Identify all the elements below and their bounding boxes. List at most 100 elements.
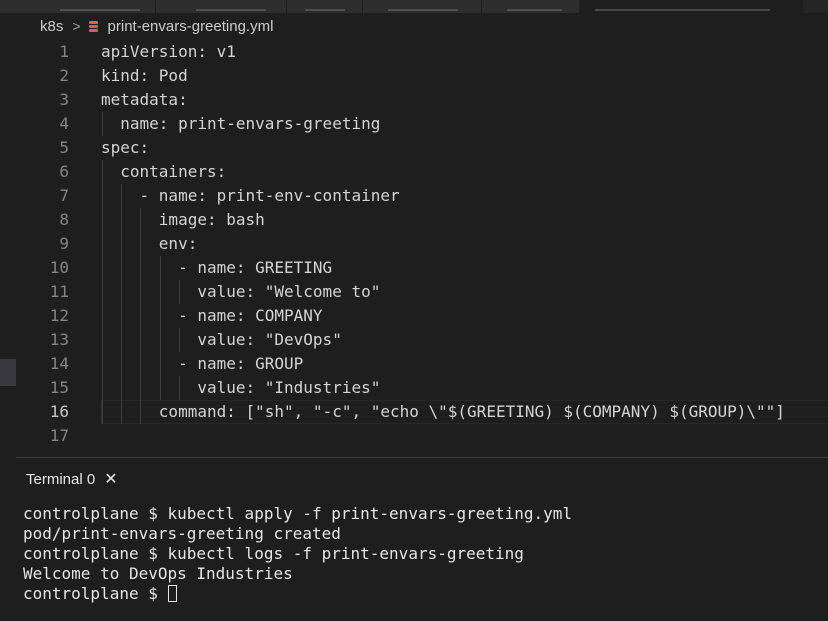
line-code: env: [101, 234, 198, 253]
code-line[interactable]: 13 value: "DevOps" [16, 328, 828, 352]
terminal-tab[interactable]: Terminal 0 ✕ [26, 467, 118, 491]
line-code: apiVersion: v1 [101, 42, 236, 61]
panel-divider [16, 457, 828, 458]
line-number: 16 [49, 402, 69, 421]
code-line[interactable]: 6 containers: [16, 160, 828, 184]
indent-guide [140, 400, 142, 424]
terminal-prompt-line[interactable]: controlplane $ [23, 584, 572, 604]
indent-guide [140, 376, 142, 400]
line-number: 17 [49, 426, 69, 445]
code-editor[interactable]: 1 apiVersion: v1 2 kind: Pod 3 metadata: 4 nam… [16, 40, 828, 452]
terminal-line: controlplane $ kubectl apply -f print-en… [23, 504, 573, 523]
editor-tab-strip [0, 0, 828, 13]
indent-guide [102, 352, 103, 376]
vscode-window: k8s > print-envars-greeting.yml 1 apiVers… [0, 0, 828, 621]
line-number: 4 [59, 114, 69, 133]
line-code: command: ["sh", "-c", "echo \"$(GREETING… [101, 402, 785, 421]
indent-guide [102, 112, 103, 136]
code-line[interactable]: 16 command: ["sh", "-c", "echo \"$(GREET… [16, 400, 828, 424]
indent-guide [140, 304, 142, 328]
code-line[interactable]: 11 value: "Welcome to" [16, 280, 828, 304]
indent-guide [159, 256, 161, 280]
indent-guide [121, 232, 123, 256]
line-number: 1 [59, 42, 69, 61]
line-code: kind: Pod [101, 66, 188, 85]
indent-guide [140, 256, 142, 280]
indent-guide [121, 184, 123, 208]
line-number: 11 [49, 282, 69, 301]
editor-tab[interactable] [287, 0, 363, 13]
line-number: 8 [59, 210, 69, 229]
code-line[interactable]: 1 apiVersion: v1 [16, 40, 828, 64]
indent-guide [102, 280, 103, 304]
line-code: image: bash [101, 210, 265, 229]
editor-tab[interactable] [482, 0, 580, 13]
indent-guide [102, 400, 103, 424]
code-line[interactable]: 14 - name: GROUP [16, 352, 828, 376]
breadcrumb-file[interactable]: print-envars-greeting.yml [108, 18, 274, 35]
activity-indicator [0, 359, 16, 386]
breadcrumb-folder[interactable]: k8s [40, 18, 63, 35]
terminal-line: pod/print-envars-greeting created [23, 524, 341, 543]
indent-guide [159, 376, 161, 400]
line-code: containers: [101, 162, 227, 181]
line-number: 13 [49, 330, 69, 349]
indent-guide [178, 328, 180, 352]
line-code: value: "Industries" [101, 378, 381, 397]
code-line[interactable]: 9 env: [16, 232, 828, 256]
terminal-output[interactable]: controlplane $ kubectl apply -f print-en… [23, 504, 572, 604]
code-line[interactable]: 17 [16, 424, 828, 448]
indent-guide [140, 208, 142, 232]
line-number: 9 [59, 234, 69, 253]
editor-tab[interactable] [363, 0, 482, 13]
editor-tab[interactable] [0, 0, 156, 13]
editor-tab[interactable] [156, 0, 287, 13]
close-icon[interactable]: ✕ [104, 469, 117, 489]
activity-gutter [0, 13, 16, 621]
indent-guide [121, 352, 123, 376]
code-line[interactable]: 8 image: bash [16, 208, 828, 232]
code-line[interactable]: 4 name: print-envars-greeting [16, 112, 828, 136]
line-code: metadata: [101, 90, 188, 109]
terminal-line: Welcome to DevOps Industries [23, 564, 293, 583]
line-code: value: "DevOps" [101, 330, 342, 349]
line-number: 6 [59, 162, 69, 181]
line-number: 5 [59, 138, 69, 157]
code-line[interactable]: 3 metadata: [16, 88, 828, 112]
code-line[interactable]: 10 - name: GREETING [16, 256, 828, 280]
terminal-cursor [167, 585, 177, 602]
indent-guide [121, 400, 123, 424]
line-number: 10 [49, 258, 69, 277]
line-code: - name: GREETING [101, 258, 333, 277]
terminal-prompt: controlplane $ [23, 584, 168, 603]
line-number: 2 [59, 66, 69, 85]
yaml-file-icon [88, 20, 98, 32]
indent-guide [102, 256, 103, 280]
code-line[interactable]: 12 - name: COMPANY [16, 304, 828, 328]
indent-guide [121, 208, 123, 232]
terminal-tab-label: Terminal 0 [26, 470, 96, 488]
code-line[interactable]: 15 value: "Industries" [16, 376, 828, 400]
indent-guide [140, 280, 142, 304]
line-number: 7 [59, 186, 69, 205]
tab-strip-empty [804, 0, 828, 13]
line-number: 3 [59, 90, 69, 109]
editor-tab-active[interactable] [580, 0, 803, 13]
indent-guide [102, 304, 103, 328]
line-number: 15 [49, 378, 69, 397]
line-number: 14 [49, 354, 69, 373]
indent-guide [102, 376, 103, 400]
indent-guide [121, 304, 123, 328]
code-line[interactable]: 7 - name: print-env-container [16, 184, 828, 208]
indent-guide [178, 280, 180, 304]
indent-guide [140, 352, 142, 376]
breadcrumb-separator-icon: > [72, 18, 81, 34]
indent-guide [140, 232, 142, 256]
indent-guide [102, 208, 103, 232]
line-code: value: "Welcome to" [101, 282, 381, 301]
code-line[interactable]: 5 spec: [16, 136, 828, 160]
indent-guide [102, 232, 103, 256]
code-line[interactable]: 2 kind: Pod [16, 64, 828, 88]
line-code: - name: print-env-container [101, 186, 400, 205]
indent-guide [159, 280, 161, 304]
